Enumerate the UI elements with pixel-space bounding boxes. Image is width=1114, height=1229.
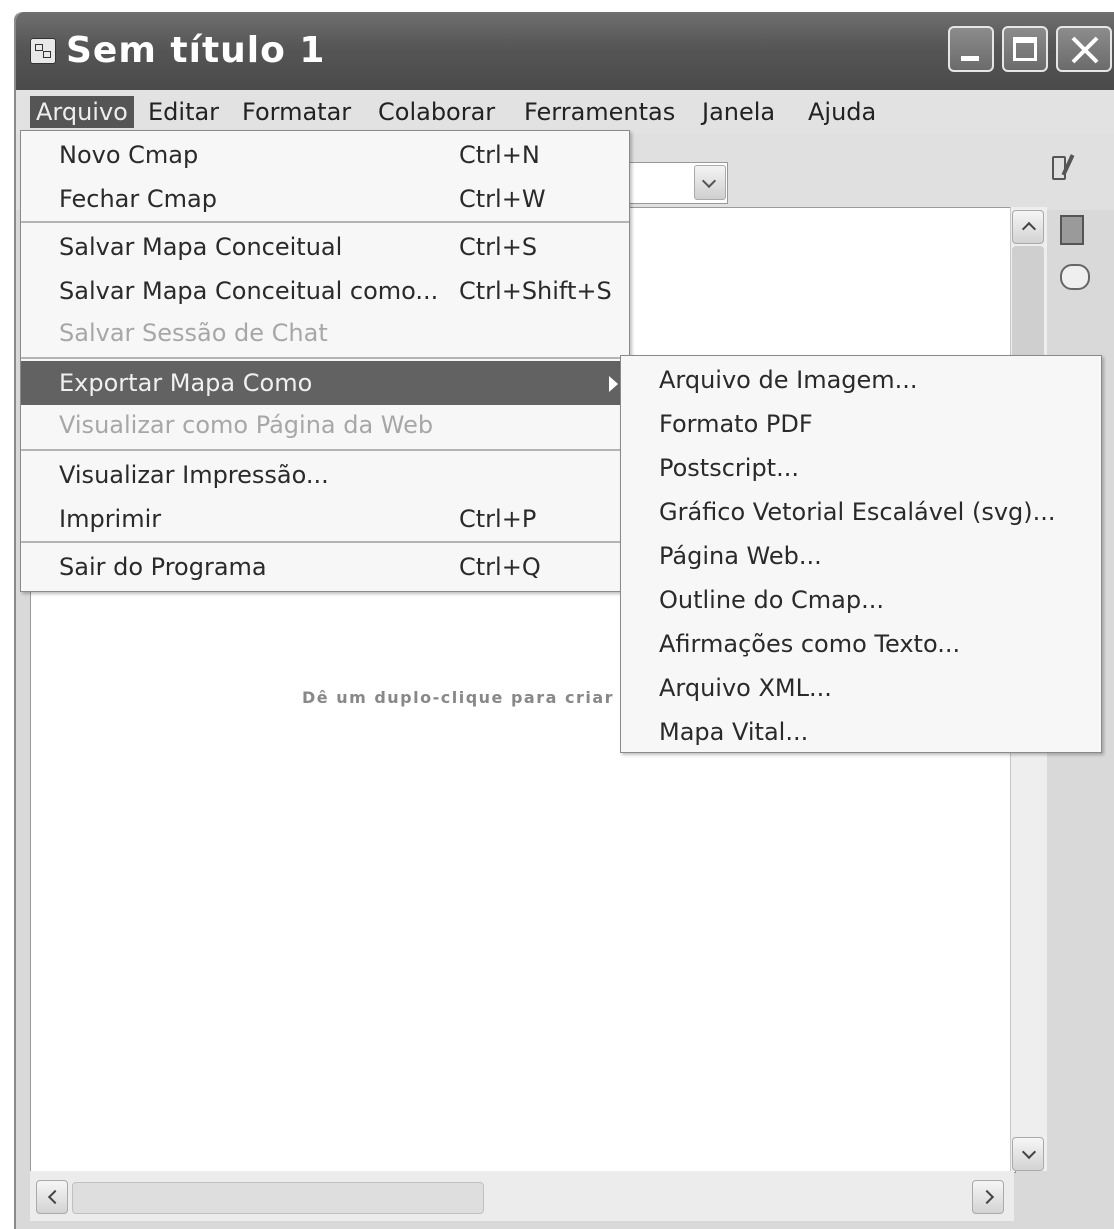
menu-janela[interactable]: Janela (700, 96, 777, 128)
menu-item-exportar-mapa[interactable]: Exportar Mapa Como (21, 361, 629, 405)
file-menu: Novo Cmap Ctrl+N Fechar Cmap Ctrl+W Salv… (20, 130, 630, 592)
menu-ajuda[interactable]: Ajuda (806, 96, 878, 128)
menu-item-sair[interactable]: Sair do Programa Ctrl+Q (21, 545, 629, 589)
cmap-app-icon (30, 38, 56, 64)
horizontal-scroll-thumb[interactable] (72, 1182, 484, 1214)
menu-separator (21, 221, 629, 223)
menu-editar[interactable]: Editar (146, 96, 221, 128)
submenu-item-mapa-vital[interactable]: Mapa Vital... (659, 710, 808, 754)
menu-item-visualizar-web: Visualizar como Página da Web (59, 411, 434, 439)
submenu-item-afirmacoes-texto[interactable]: Afirmações como Texto... (659, 622, 960, 666)
menu-item-fechar-cmap[interactable]: Fechar Cmap Ctrl+W (21, 177, 629, 221)
menu-formatar[interactable]: Formatar (240, 96, 353, 128)
menu-item-salvar-sessao-chat: Salvar Sessão de Chat (59, 319, 328, 347)
chat-bubble-icon[interactable] (1060, 264, 1090, 290)
submenu-item-pagina-web[interactable]: Página Web... (659, 534, 822, 578)
menu-separator (21, 449, 629, 451)
export-submenu: Arquivo de Imagem... Formato PDF Postscr… (620, 355, 1102, 753)
close-button[interactable] (1056, 26, 1112, 72)
window-title: Sem título 1 (66, 30, 326, 71)
canvas-hint: Dê um duplo-clique para criar u (302, 688, 634, 707)
scroll-up-icon[interactable] (1012, 210, 1044, 244)
submenu-item-postscript[interactable]: Postscript... (659, 446, 799, 490)
menu-colaborar[interactable]: Colaborar (376, 96, 497, 128)
menu-separator (21, 541, 629, 543)
scroll-left-icon[interactable] (36, 1180, 68, 1214)
menu-bar: Arquivo Editar Formatar Colaborar Ferram… (16, 90, 1114, 135)
menu-item-salvar-como[interactable]: Salvar Mapa Conceitual como... Ctrl+Shif… (21, 269, 629, 313)
document-icon[interactable] (1060, 215, 1084, 245)
submenu-item-svg[interactable]: Gráfico Vetorial Escalável (svg)... (659, 490, 1056, 534)
submenu-item-outline-cmap[interactable]: Outline do Cmap... (659, 578, 884, 622)
menu-item-imprimir[interactable]: Imprimir Ctrl+P (21, 497, 629, 541)
menu-item-salvar-mapa[interactable]: Salvar Mapa Conceitual Ctrl+S (21, 225, 629, 269)
scroll-down-icon[interactable] (1012, 1137, 1044, 1171)
submenu-item-arquivo-imagem[interactable]: Arquivo de Imagem... (659, 358, 918, 402)
minimize-button[interactable] (948, 26, 994, 72)
edit-pencil-icon[interactable] (1050, 152, 1078, 180)
submenu-item-arquivo-xml[interactable]: Arquivo XML... (659, 666, 832, 710)
menu-arquivo[interactable]: Arquivo (30, 96, 134, 128)
scroll-right-icon[interactable] (972, 1180, 1004, 1214)
chevron-down-icon[interactable] (694, 165, 726, 200)
submenu-item-formato-pdf[interactable]: Formato PDF (659, 402, 813, 446)
submenu-arrow-icon (609, 376, 618, 392)
maximize-button[interactable] (1002, 26, 1048, 72)
menu-ferramentas[interactable]: Ferramentas (522, 96, 677, 128)
menu-item-novo-cmap[interactable]: Novo Cmap Ctrl+N (21, 133, 629, 177)
menu-separator (21, 357, 629, 359)
menu-item-visualizar-impressao[interactable]: Visualizar Impressão... (21, 453, 629, 497)
title-bar[interactable]: Sem título 1 (16, 12, 1114, 90)
